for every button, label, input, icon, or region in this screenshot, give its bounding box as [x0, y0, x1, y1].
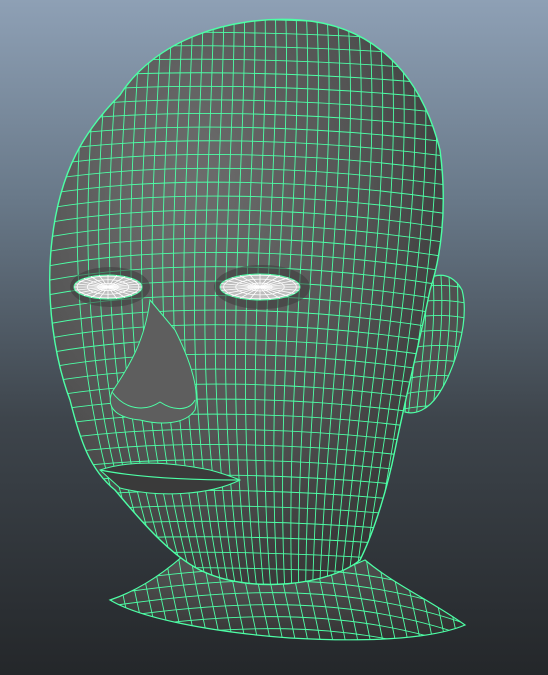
wire-edge [110, 540, 123, 640]
right-eye-mesh[interactable] [219, 273, 301, 301]
left-eye-mesh[interactable] [73, 274, 143, 300]
wire-edge [90, 665, 480, 675]
head-wireframe-scene[interactable] [0, 0, 548, 675]
wire-edge [90, 653, 480, 675]
head-mesh[interactable] [30, 10, 470, 609]
wire-edge [462, 540, 465, 640]
wire-edge [395, 420, 470, 426]
wire-edge [449, 540, 465, 640]
wire-edge [112, 540, 135, 640]
wire-edge [475, 530, 497, 650]
wire-edge [90, 641, 480, 675]
maya-viewport[interactable] [0, 0, 548, 675]
